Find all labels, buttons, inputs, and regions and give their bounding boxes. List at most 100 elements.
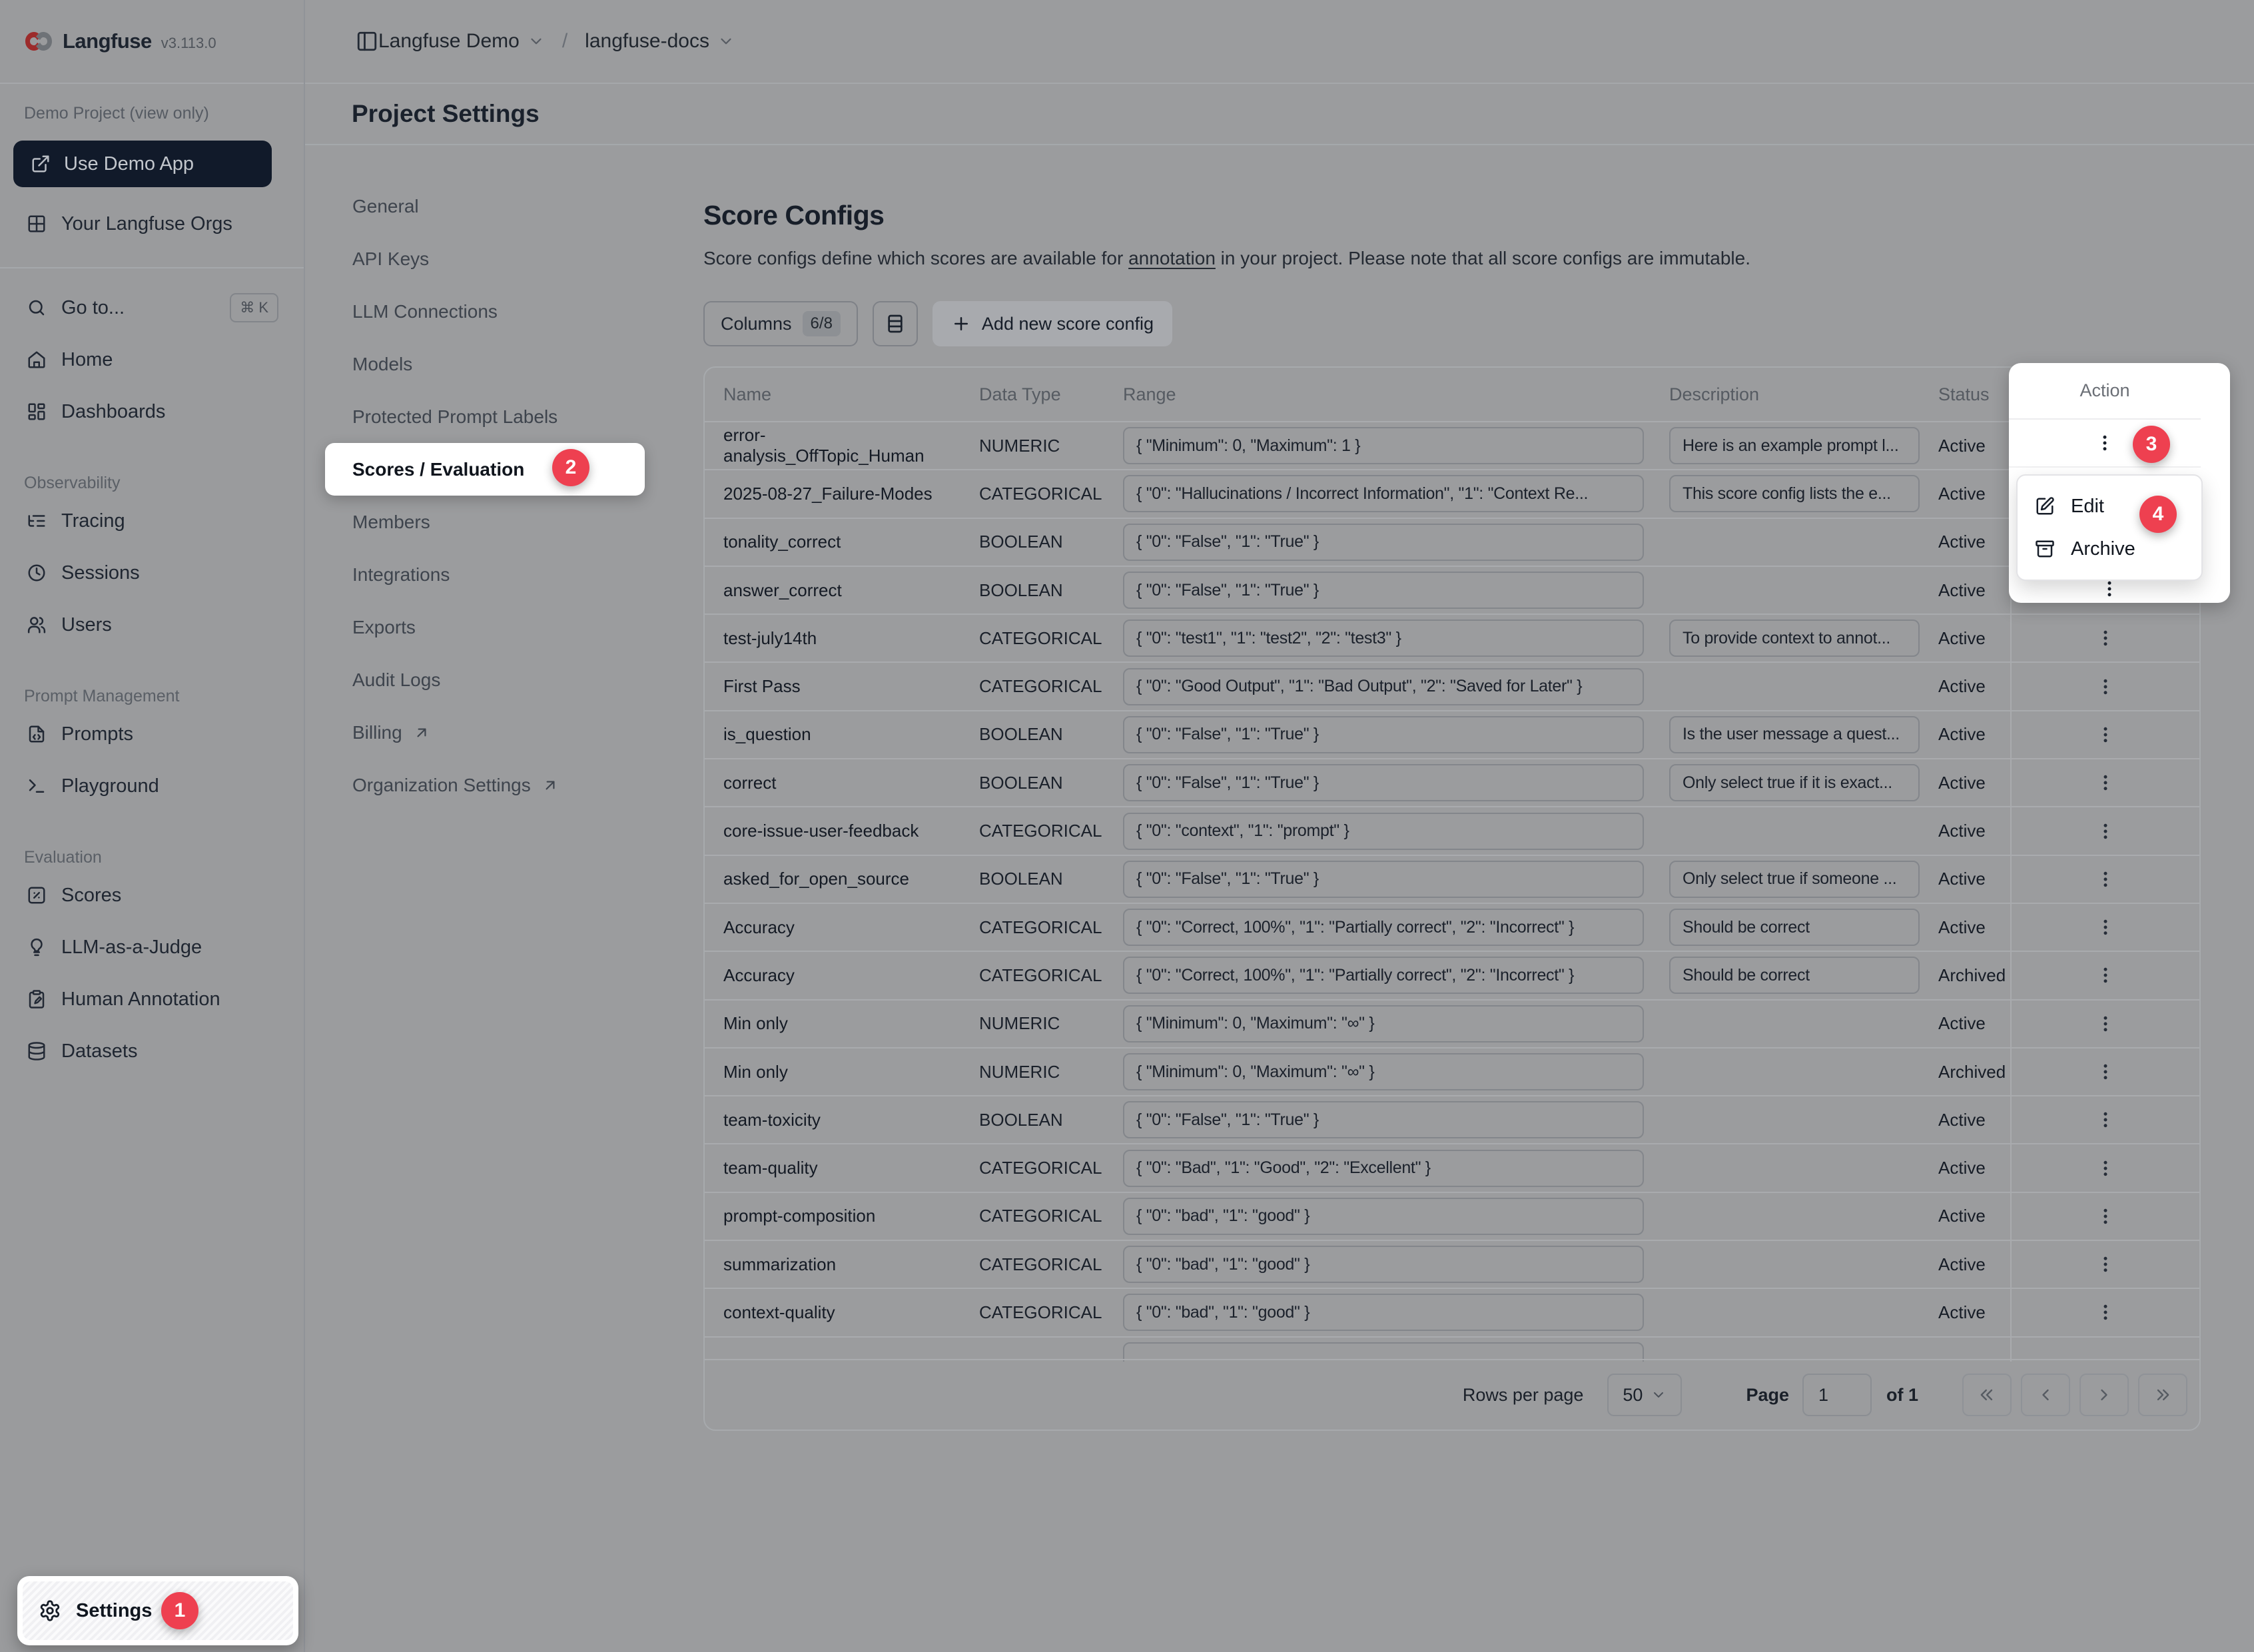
menu-item-1[interactable]: Archive	[2018, 528, 2201, 570]
panel-left-toggle[interactable]	[356, 30, 378, 53]
range-value: { "0": "False", "1": "True" }	[1123, 1101, 1644, 1138]
settings-nav-item-11[interactable]: Organization Settings	[325, 759, 645, 811]
settings-nav-item-9[interactable]: Audit Logs	[325, 653, 645, 706]
row-actions-button-15[interactable]	[2089, 1152, 2121, 1184]
row-actions-button-4[interactable]	[2089, 622, 2121, 654]
settings-nav-item-10[interactable]: Billing	[325, 706, 645, 759]
breadcrumb-project[interactable]: langfuse-docs	[585, 30, 735, 53]
sidebar-item-obs-0[interactable]: Tracing	[0, 495, 304, 547]
row-actions-button-open[interactable]	[2089, 427, 2121, 459]
row-actions-button-7[interactable]	[2089, 767, 2121, 799]
table-row-12: Min only NUMERIC { "Minimum": 0, "Maximu…	[705, 999, 2199, 1047]
status-value: Active	[1925, 1289, 2010, 1336]
users-icon	[27, 615, 47, 635]
sidebar-item-eval-1[interactable]: LLM-as-a-Judge	[0, 921, 304, 973]
kebab-icon	[2095, 821, 2115, 841]
datasets-icon	[27, 1041, 47, 1061]
add-score-config-button[interactable]: Add new score config	[933, 301, 1172, 346]
sidebar-item-1[interactable]: Dashboards	[0, 386, 304, 438]
settings-nav-item-5[interactable]: Scores / Evaluation	[325, 443, 645, 496]
settings-nav-item-0[interactable]: General	[325, 180, 645, 232]
kebab-icon	[2095, 869, 2115, 889]
prev-page-button[interactable]	[2021, 1374, 2070, 1416]
sidebar-item-obs-1[interactable]: Sessions	[0, 547, 304, 599]
kebab-icon	[2095, 1254, 2115, 1274]
settings-nav-item-8[interactable]: Exports	[325, 601, 645, 653]
highlighted-row-actions	[2009, 420, 2201, 468]
sidebar-group-prompt-management: Prompt Management	[0, 684, 304, 708]
status-value: Active	[1925, 1193, 2010, 1240]
range-value: { "0": "Bad", "1": "Good", "2": "Excelle…	[1123, 1150, 1644, 1187]
description-value: This score config lists the e...	[1669, 475, 1920, 512]
next-page-button[interactable]	[2079, 1374, 2129, 1416]
sidebar-item-pm-0[interactable]: Prompts	[0, 708, 304, 760]
action-column-spotlight: Action Edit Archive	[2009, 363, 2230, 603]
row-actions-button-12[interactable]	[2089, 1008, 2121, 1040]
sidebar-group-observability: Observability	[0, 471, 304, 495]
page-number-input[interactable]	[1802, 1374, 1872, 1416]
table-row-2: tonality_correct BOOLEAN { "0": "False",…	[705, 518, 2199, 566]
callout-step-3: 3	[2133, 426, 2170, 463]
sidebar-item-your-orgs[interactable]: Your Langfuse Orgs	[0, 198, 290, 250]
description-value: Is the user message a quest...	[1669, 716, 1920, 753]
sidebar: Langfuse v3.113.0 Demo Project (view onl…	[0, 0, 305, 1652]
sidebar-item-pm-1[interactable]: Playground	[0, 760, 304, 812]
last-page-button[interactable]	[2138, 1374, 2187, 1416]
row-actions-button-8[interactable]	[2089, 815, 2121, 847]
chevrons-right-icon	[2153, 1386, 2172, 1404]
breadcrumb-org[interactable]: Langfuse Demo	[378, 30, 545, 53]
sidebar-item-eval-0[interactable]: Scores	[0, 869, 304, 921]
row-height-button[interactable]	[873, 301, 918, 346]
row-actions-button-14[interactable]	[2089, 1104, 2121, 1136]
annotation-link[interactable]: annotation	[1128, 248, 1216, 268]
table-row-partial	[705, 1336, 2199, 1362]
range-value: { "0": "False", "1": "True" }	[1123, 572, 1644, 609]
breadcrumb-separator: /	[562, 30, 567, 53]
settings-nav-item-7[interactable]: Integrations	[325, 548, 645, 601]
row-actions-button-6[interactable]	[2089, 719, 2121, 751]
description-value: Should be correct	[1669, 957, 1920, 994]
range-value: { "0": "False", "1": "True" }	[1123, 716, 1644, 753]
kebab-icon	[2095, 725, 2115, 745]
grid-icon	[27, 214, 47, 234]
sidebar-item-eval-3[interactable]: Datasets	[0, 1025, 304, 1077]
kebab-icon	[2095, 1206, 2115, 1226]
status-value: Active	[1925, 1241, 2010, 1288]
rows-per-page-select[interactable]: 50	[1607, 1374, 1682, 1416]
range-value: { "0": "False", "1": "True" }	[1123, 764, 1644, 801]
status-value: Active	[1925, 567, 2010, 614]
row-actions-button-9[interactable]	[2089, 863, 2121, 895]
row-actions-button-10[interactable]	[2089, 911, 2121, 943]
settings-nav-item-1[interactable]: API Keys	[325, 232, 645, 285]
row-actions-button-11[interactable]	[2089, 959, 2121, 991]
human-annotation-icon	[27, 989, 47, 1009]
range-value: { "0": "context", "1": "prompt" }	[1123, 813, 1644, 850]
row-actions-menu: Edit Archive	[2016, 474, 2203, 581]
description-value: Should be correct	[1669, 909, 1920, 946]
app-version: v3.113.0	[161, 35, 216, 52]
row-actions-button-18[interactable]	[2089, 1296, 2121, 1328]
chevrons-left-icon	[1978, 1386, 1996, 1404]
sidebar-item-0[interactable]: Home	[0, 334, 304, 386]
sidebar-item-goto[interactable]: Go to... ⌘ K	[0, 282, 304, 334]
sidebar-item-settings[interactable]: Settings	[23, 1581, 293, 1640]
columns-button[interactable]: Columns 6/8	[703, 301, 858, 346]
description-value: To provide context to annot...	[1669, 620, 1920, 657]
first-page-button[interactable]	[1962, 1374, 2012, 1416]
row-actions-button-16[interactable]	[2089, 1200, 2121, 1232]
sidebar-item-obs-2[interactable]: Users	[0, 599, 304, 651]
prompts-icon	[27, 724, 47, 744]
row-actions-button-5[interactable]	[2089, 671, 2121, 703]
sessions-icon	[27, 563, 47, 583]
table-row-8: core-issue-user-feedback CATEGORICAL { "…	[705, 806, 2199, 854]
sidebar-item-eval-2[interactable]: Human Annotation	[0, 973, 304, 1025]
use-demo-app-button[interactable]: Use Demo App	[13, 141, 272, 187]
range-value: { "0": "Correct, 100%", "1": "Partially …	[1123, 909, 1644, 946]
row-actions-button-17[interactable]	[2089, 1248, 2121, 1280]
settings-nav-item-2[interactable]: LLM Connections	[325, 285, 645, 338]
row-actions-button-13[interactable]	[2089, 1056, 2121, 1088]
kebab-icon	[2095, 1110, 2115, 1130]
settings-nav-item-4[interactable]: Protected Prompt Labels	[325, 390, 645, 443]
settings-nav-item-6[interactable]: Members	[325, 496, 645, 548]
settings-nav-item-3[interactable]: Models	[325, 338, 645, 390]
